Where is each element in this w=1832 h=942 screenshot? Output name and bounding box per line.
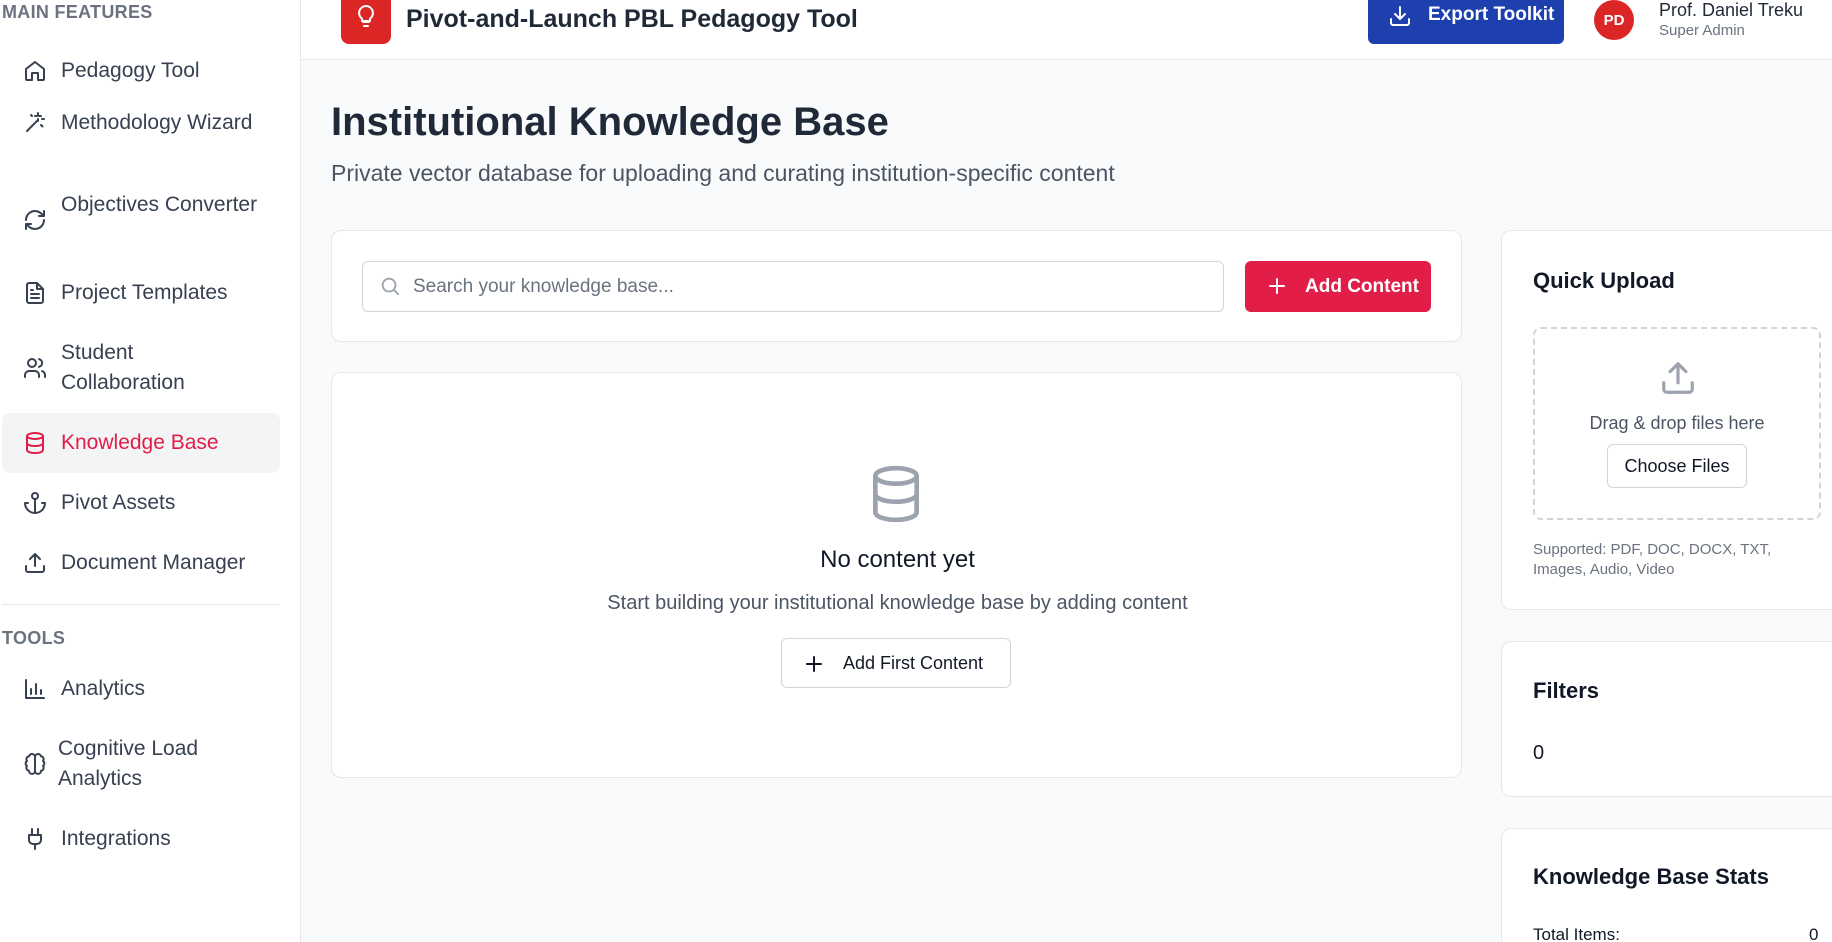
app-title: Pivot-and-Launch PBL Pedagogy Tool [406, 5, 858, 33]
sidebar-item-label: Methodology Wizard [61, 111, 253, 134]
search-card: Add Content [331, 230, 1462, 342]
sidebar-item-pedagogy-tool[interactable]: Pedagogy Tool [2, 56, 280, 86]
plug-icon [22, 826, 48, 852]
stats-title: Knowledge Base Stats [1533, 864, 1769, 889]
users-icon [22, 355, 48, 381]
sidebar-item-pivot-assets[interactable]: Pivot Assets [2, 488, 280, 518]
sidebar-item-label: Pivot Assets [61, 491, 176, 514]
magic-wand-icon [22, 110, 48, 136]
user-role: Super Admin [1659, 22, 1745, 39]
sidebar-item-label: Student Collaboration [61, 341, 185, 394]
sidebar-item-cognitive-load-analytics[interactable]: Cognitive Load Analytics [2, 734, 280, 794]
quick-upload-title: Quick Upload [1533, 268, 1675, 293]
refresh-icon [22, 207, 48, 233]
avatar[interactable]: PD [1594, 0, 1634, 40]
add-first-content-button[interactable]: Add First Content [781, 638, 1011, 688]
sidebar-item-label: Knowledge Base [61, 431, 219, 454]
sidebar-divider [2, 604, 280, 605]
download-icon [1388, 4, 1412, 34]
sidebar-item-label: Project Templates [61, 281, 228, 304]
empty-state-text: Start building your institutional knowle… [607, 592, 1188, 614]
file-text-icon [22, 280, 48, 306]
home-icon [22, 58, 48, 84]
lightbulb-icon [354, 4, 378, 33]
sidebar-item-document-manager[interactable]: Document Manager [2, 548, 280, 578]
sidebar-item-label: Pedagogy Tool [61, 59, 200, 82]
stat-total-items-label: Total Items: [1533, 925, 1620, 942]
section-label-tools: TOOLS [2, 628, 66, 648]
upload-icon [1659, 359, 1697, 402]
brain-icon [22, 751, 48, 777]
sidebar-item-label: Objectives Converter [61, 193, 258, 216]
add-first-content-label: Add First Content [843, 653, 984, 673]
dropzone-text: Drag & drop files here [1589, 413, 1765, 433]
upload-icon [22, 550, 48, 576]
sidebar-item-project-templates[interactable]: Project Templates [2, 278, 280, 308]
file-dropzone[interactable]: Drag & drop files here Choose Files [1533, 327, 1821, 520]
page-title: Institutional Knowledge Base [331, 100, 889, 144]
sidebar-item-label: Document Manager [61, 551, 246, 574]
top-header: Pivot-and-Launch PBL Pedagogy Tool Expor… [301, 0, 1832, 60]
export-toolkit-label: Export Toolkit [1428, 4, 1555, 25]
empty-state-title: No content yet [820, 546, 975, 573]
search-icon [379, 275, 401, 302]
supported-formats: Supported: PDF, DOC, DOCX, TXT, Images, … [1533, 541, 1772, 578]
sidebar-item-objectives-converter[interactable]: Objectives Converter [2, 190, 280, 250]
export-toolkit-button[interactable]: Export Toolkit [1368, 0, 1564, 44]
filters-count: 0 [1533, 742, 1545, 764]
sidebar-item-knowledge-base[interactable]: Knowledge Base [2, 413, 280, 473]
sidebar-item-integrations[interactable]: Integrations [2, 824, 280, 854]
page-subtitle: Private vector database for uploading an… [331, 160, 1115, 186]
bar-chart-icon [22, 676, 48, 702]
stats-card: Knowledge Base Stats Total Items: 0 [1501, 828, 1832, 942]
sidebar-item-label: Integrations [61, 827, 171, 850]
empty-state-card: No content yet Start building your insti… [331, 372, 1462, 778]
database-icon [22, 430, 48, 456]
plus-icon [1265, 274, 1289, 304]
add-content-label: Add Content [1305, 276, 1419, 297]
user-name: Prof. Daniel Treku [1659, 0, 1804, 20]
search-input[interactable] [413, 262, 1213, 311]
sidebar-item-analytics[interactable]: Analytics [2, 674, 280, 704]
plus-icon [802, 652, 826, 681]
section-label-main-features: MAIN FEATURES [2, 2, 153, 22]
database-icon [865, 463, 927, 530]
anchor-icon [22, 490, 48, 516]
add-content-button[interactable]: Add Content [1245, 261, 1431, 312]
choose-files-button[interactable]: Choose Files [1607, 444, 1747, 488]
search-box[interactable] [362, 261, 1224, 312]
sidebar-item-label: Analytics [61, 677, 146, 700]
sidebar-item-label: Cognitive Load Analytics [58, 737, 199, 790]
sidebar: MAIN FEATURES Pedagogy Tool Methodology … [0, 0, 301, 942]
app-logo[interactable] [341, 0, 391, 44]
filters-card: Filters 0 [1501, 641, 1832, 797]
sidebar-item-student-collaboration[interactable]: Student Collaboration [2, 338, 280, 398]
quick-upload-card: Quick Upload Drag & drop files here Choo… [1501, 230, 1832, 610]
filters-title: Filters [1533, 678, 1600, 703]
sidebar-item-methodology-wizard[interactable]: Methodology Wizard [2, 108, 280, 138]
stat-total-items-value: 0 [1809, 925, 1819, 942]
